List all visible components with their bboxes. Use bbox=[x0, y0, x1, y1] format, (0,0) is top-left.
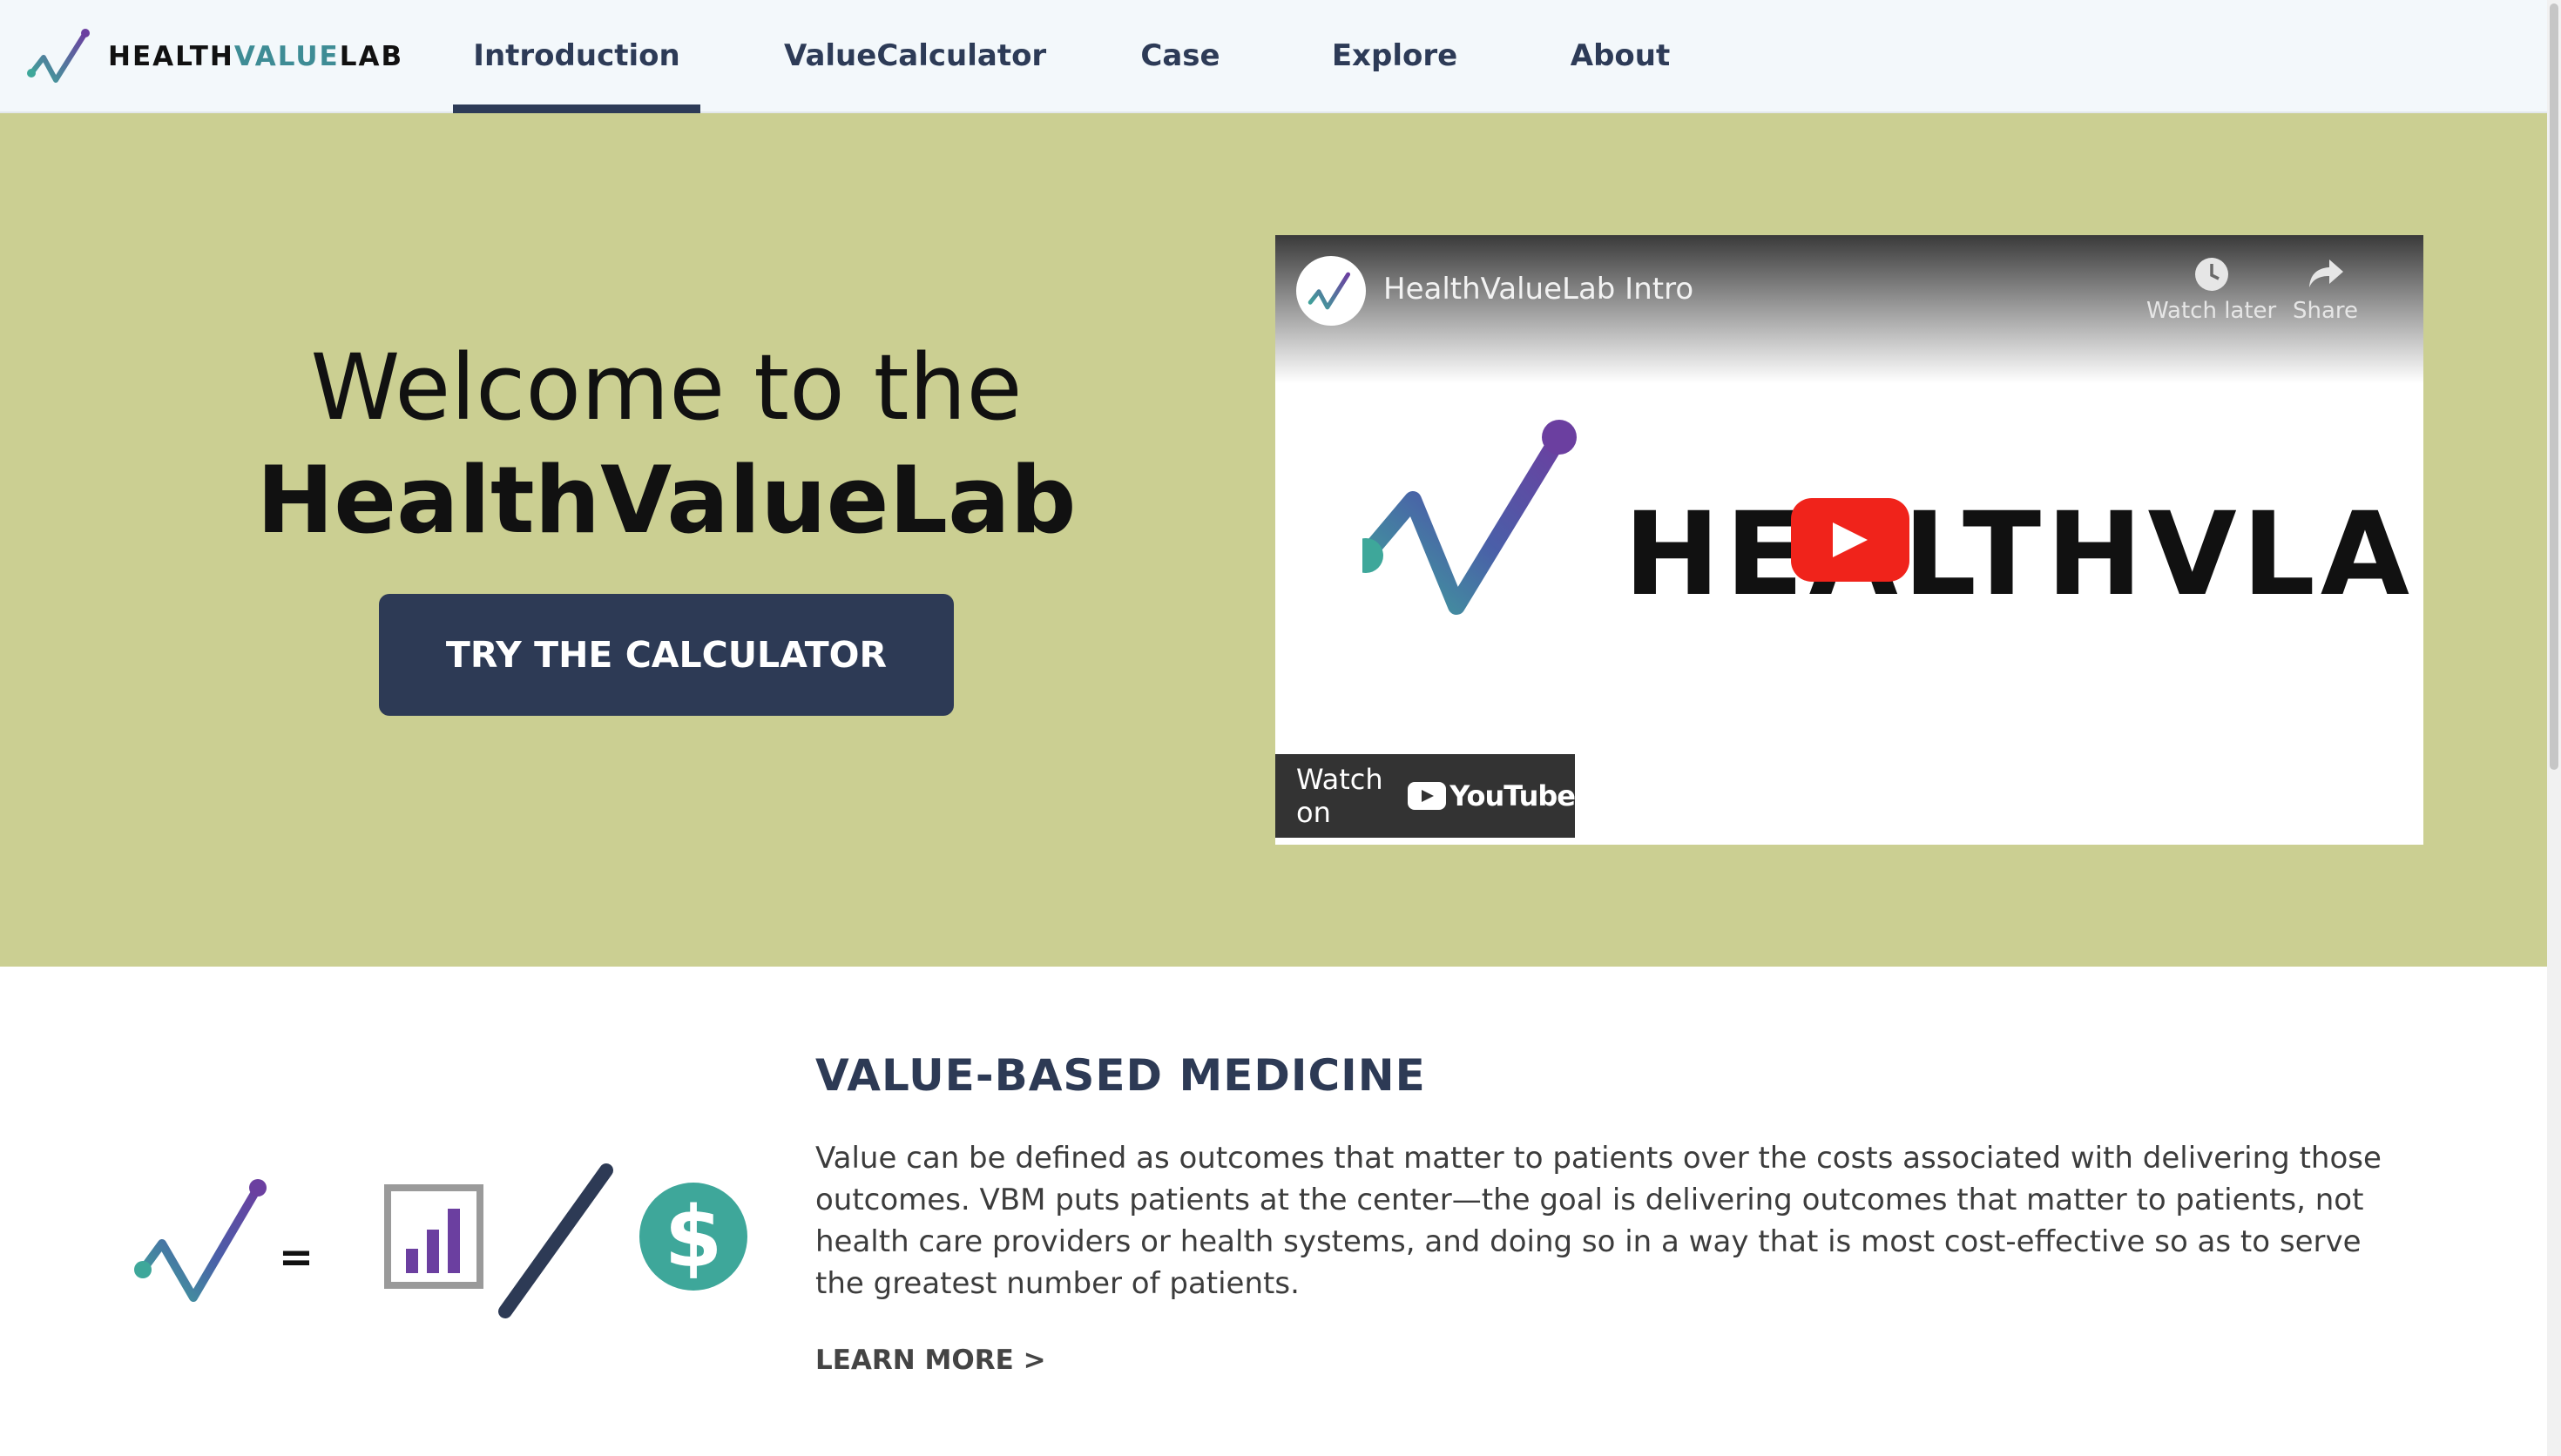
youtube-play-icon bbox=[1408, 782, 1447, 810]
dollar-sign: $ bbox=[665, 1189, 723, 1286]
nav-explore[interactable]: Explore bbox=[1329, 0, 1460, 111]
share-arrow-icon bbox=[2308, 260, 2343, 287]
brand-logo[interactable]: HEALTHVALUELAB bbox=[26, 26, 403, 87]
top-navbar: HEALTHVALUELAB Introduction ValueCalcula… bbox=[0, 0, 2547, 113]
clock-icon bbox=[2194, 258, 2228, 291]
watch-on-youtube-button[interactable]: Watch on YouTube bbox=[1275, 754, 1576, 838]
watch-later-button[interactable]: Watch later bbox=[2146, 256, 2276, 324]
hero-line-1: Welcome to the bbox=[310, 334, 1023, 441]
youtube-logo: YouTube bbox=[1408, 779, 1576, 812]
watch-on-label: Watch on bbox=[1296, 763, 1383, 829]
youtube-wordmark: YouTube bbox=[1449, 779, 1576, 812]
learn-more-link[interactable]: LEARN MORE > bbox=[815, 1345, 1046, 1376]
try-calculator-button[interactable]: TRY THE CALCULATOR bbox=[379, 594, 954, 716]
nav-case[interactable]: Case bbox=[1132, 0, 1228, 111]
nav-value-calculator[interactable]: ValueCalculator bbox=[784, 0, 1046, 111]
section-body: Value can be defined as outcomes that ma… bbox=[815, 1141, 2382, 1301]
video-logo-text: HEALTHVLAB bbox=[1624, 488, 2423, 622]
video-embed[interactable]: HealthValueLab Intro Watch later Share H… bbox=[1275, 235, 2423, 845]
hero-section: Welcome to the HealthValueLab TRY THE CA… bbox=[0, 113, 2547, 967]
section-title: VALUE-BASED MEDICINE bbox=[815, 1050, 1426, 1101]
value-formula-illustration: = $ bbox=[134, 1163, 747, 1318]
nav-introduction[interactable]: Introduction bbox=[453, 0, 700, 113]
value-checkmark-icon bbox=[134, 1179, 267, 1302]
channel-avatar[interactable] bbox=[1296, 256, 1366, 326]
hero-line-2: HealthValueLab bbox=[256, 447, 1077, 554]
dollar-coin-icon: $ bbox=[639, 1183, 747, 1291]
equals-sign: = bbox=[279, 1233, 314, 1282]
video-title[interactable]: HealthValueLab Intro bbox=[1383, 272, 1693, 307]
brand-checkmark-icon bbox=[27, 29, 90, 83]
division-slash-icon bbox=[498, 1163, 613, 1318]
hero-heading: Welcome to the HealthValueLab bbox=[157, 331, 1176, 557]
page-scrollbar[interactable] bbox=[2547, 0, 2561, 1456]
brand-name: HEALTHVALUELAB bbox=[108, 41, 404, 72]
play-icon bbox=[1833, 522, 1868, 557]
channel-checkmark-icon bbox=[1308, 272, 1351, 310]
watch-later-label: Watch later bbox=[2146, 298, 2277, 324]
play-button[interactable] bbox=[1791, 498, 1909, 582]
share-button[interactable]: Share bbox=[2293, 256, 2358, 324]
nav-about[interactable]: About bbox=[1559, 0, 1681, 111]
share-label: Share bbox=[2293, 298, 2359, 324]
outcomes-bar-chart-icon bbox=[384, 1184, 483, 1289]
scrollbar-thumb[interactable] bbox=[2550, 3, 2558, 770]
